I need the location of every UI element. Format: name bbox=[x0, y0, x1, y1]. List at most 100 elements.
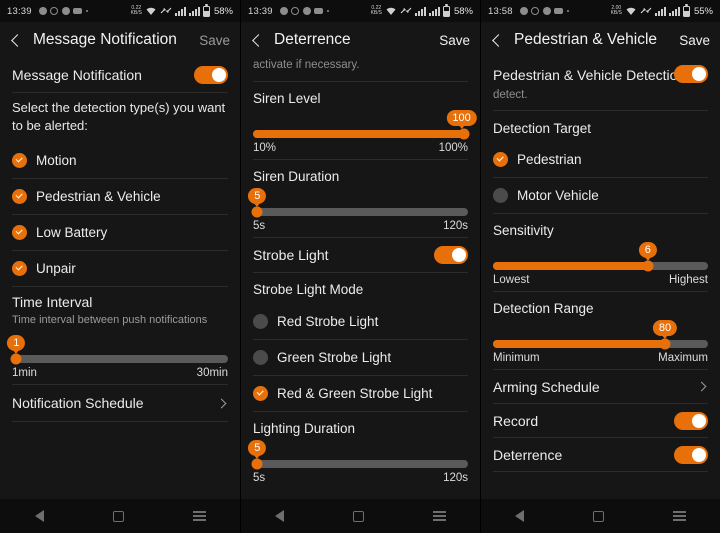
siren-duration-track[interactable] bbox=[251, 206, 468, 218]
sensitivity-slider[interactable]: 6 Lowest Highest bbox=[493, 240, 708, 291]
radio-icon-red-strobe[interactable] bbox=[253, 314, 268, 329]
pedestrian-vehicle-detection-toggle[interactable] bbox=[674, 65, 708, 83]
settings-list: Message Notification Select the detectio… bbox=[0, 58, 240, 499]
battery-icon bbox=[202, 4, 210, 17]
save-button[interactable]: Save bbox=[439, 33, 470, 48]
wifi-icon bbox=[626, 7, 636, 15]
sensitivity-min-label: Lowest bbox=[493, 274, 530, 286]
check-icon-motion[interactable] bbox=[12, 153, 27, 168]
detection-range-min-label: Minimum bbox=[493, 352, 540, 364]
more-dot-icon bbox=[85, 9, 89, 13]
nav-recent-icon[interactable] bbox=[672, 511, 686, 521]
check-icon-unpair[interactable] bbox=[12, 261, 27, 276]
nav-back-icon[interactable] bbox=[34, 510, 44, 522]
strobe-light-toggle[interactable] bbox=[434, 246, 468, 264]
radio-icon-motor-vehicle[interactable] bbox=[493, 188, 508, 203]
android-nav-bar bbox=[481, 499, 720, 533]
app-icon bbox=[542, 7, 551, 15]
time-interval-slider[interactable]: 1 1min 30min bbox=[7, 333, 228, 384]
siren-duration-slider[interactable]: 5 5s 120s bbox=[248, 186, 468, 237]
media-icon bbox=[73, 8, 83, 14]
back-icon[interactable] bbox=[489, 32, 505, 48]
lighting-duration-track[interactable] bbox=[251, 458, 468, 470]
nav-recent-icon[interactable] bbox=[432, 511, 446, 521]
strobe-mode-red[interactable]: Red Strobe Light bbox=[253, 304, 468, 339]
siren-level-thumb[interactable] bbox=[458, 128, 470, 140]
check-icon-pedestrian[interactable] bbox=[493, 152, 508, 167]
notification-schedule-row[interactable]: Notification Schedule bbox=[12, 385, 228, 421]
detection-type-label: Unpair bbox=[36, 261, 76, 276]
detection-type-pedestrian-vehicle[interactable]: Pedestrian & Vehicle bbox=[12, 179, 228, 214]
detection-range-slider[interactable]: 80 Minimum Maximum bbox=[493, 318, 708, 369]
nav-back-icon[interactable] bbox=[275, 510, 285, 522]
strobe-mode-red-green[interactable]: Red & Green Strobe Light bbox=[253, 376, 468, 411]
message-icon bbox=[38, 7, 47, 15]
siren-level-slider[interactable]: 100 10% 100% bbox=[253, 108, 477, 159]
detection-target-pedestrian[interactable]: Pedestrian bbox=[493, 142, 708, 177]
nav-home-icon[interactable] bbox=[112, 510, 124, 522]
sensitivity-track[interactable] bbox=[493, 260, 708, 272]
mobile-data-icon bbox=[160, 7, 172, 14]
nav-home-icon[interactable] bbox=[352, 510, 364, 522]
nav-back-icon[interactable] bbox=[515, 510, 525, 522]
deterrence-toggle[interactable] bbox=[674, 445, 708, 464]
status-bar: 13:58 2.00 KB/S 55% bbox=[481, 0, 720, 22]
siren-duration-thumb[interactable] bbox=[251, 206, 263, 218]
status-time: 13:39 bbox=[7, 5, 32, 17]
sensitivity-thumb[interactable] bbox=[642, 260, 654, 272]
siren-duration-value-bubble: 5 bbox=[248, 188, 267, 207]
detection-type-low-battery[interactable]: Low Battery bbox=[12, 215, 228, 250]
scrolled-help-text: detect. bbox=[493, 89, 528, 101]
detection-type-motion[interactable]: Motion bbox=[12, 143, 228, 178]
detection-range-track[interactable] bbox=[493, 338, 708, 350]
clock-icon bbox=[50, 7, 59, 15]
arming-schedule-label: Arming Schedule bbox=[493, 378, 600, 395]
nav-recent-icon[interactable] bbox=[192, 511, 206, 521]
message-notification-toggle-row[interactable]: Message Notification bbox=[12, 58, 228, 92]
message-notification-label: Message Notification bbox=[12, 67, 142, 83]
strobe-mode-label: Red Strobe Light bbox=[277, 314, 379, 329]
radio-icon-green-strobe[interactable] bbox=[253, 350, 268, 365]
lighting-duration-thumb[interactable] bbox=[251, 458, 263, 470]
check-icon-red-green-strobe[interactable] bbox=[253, 386, 268, 401]
detection-target-motor-vehicle[interactable]: Motor Vehicle bbox=[493, 178, 708, 213]
time-interval-thumb[interactable] bbox=[10, 353, 22, 365]
deterrence-toggle-row[interactable]: Deterrence bbox=[493, 438, 708, 471]
strobe-light-toggle-row[interactable]: Strobe Light bbox=[253, 238, 468, 272]
network-speed-icon: 2.00 KB/S bbox=[610, 5, 622, 16]
media-icon bbox=[314, 8, 324, 14]
pedestrian-vehicle-detection-toggle-row[interactable]: Pedestrian & Vehicle Detection bbox=[493, 58, 708, 88]
detection-range-thumb[interactable] bbox=[659, 338, 671, 350]
save-button[interactable]: Save bbox=[199, 33, 230, 48]
siren-level-min-label: 10% bbox=[253, 142, 277, 154]
page-title: Pedestrian & Vehicle bbox=[514, 31, 658, 48]
back-icon[interactable] bbox=[8, 32, 24, 48]
record-toggle[interactable] bbox=[674, 411, 708, 430]
check-icon-pedestrian-vehicle[interactable] bbox=[12, 189, 27, 204]
siren-level-track[interactable] bbox=[253, 128, 470, 140]
time-interval-track[interactable] bbox=[10, 353, 228, 365]
wifi-icon bbox=[386, 7, 396, 15]
message-notification-toggle[interactable] bbox=[194, 66, 228, 84]
battery-icon bbox=[682, 4, 690, 17]
divider bbox=[493, 471, 708, 472]
media-icon bbox=[554, 8, 564, 14]
save-button[interactable]: Save bbox=[679, 33, 710, 48]
siren-duration-title: Siren Duration bbox=[253, 169, 340, 184]
screen-pedestrian-vehicle: 13:58 2.00 KB/S 55% Pedestrian & Vehicle… bbox=[480, 0, 720, 533]
siren-duration-max-label: 120s bbox=[443, 220, 468, 232]
check-icon-low-battery[interactable] bbox=[12, 225, 27, 240]
arming-schedule-row[interactable]: Arming Schedule bbox=[493, 370, 708, 403]
three-phone-screenshots: 13:39 0.22 KB/S 58% Message Notification… bbox=[0, 0, 720, 533]
detection-type-unpair[interactable]: Unpair bbox=[12, 251, 228, 286]
strobe-mode-green[interactable]: Green Strobe Light bbox=[253, 340, 468, 375]
settings-list: activate if necessary. Siren Level 100 1… bbox=[241, 58, 480, 499]
record-toggle-row[interactable]: Record bbox=[493, 404, 708, 437]
nav-home-icon[interactable] bbox=[592, 510, 604, 522]
status-notification-icons bbox=[279, 7, 330, 15]
clock-icon bbox=[531, 7, 540, 15]
back-icon[interactable] bbox=[249, 32, 265, 48]
app-icon bbox=[61, 7, 70, 15]
lighting-duration-slider[interactable]: 5 5s 120s bbox=[248, 438, 468, 489]
status-system-icons: 0.22 KB/S 58% bbox=[371, 4, 473, 17]
